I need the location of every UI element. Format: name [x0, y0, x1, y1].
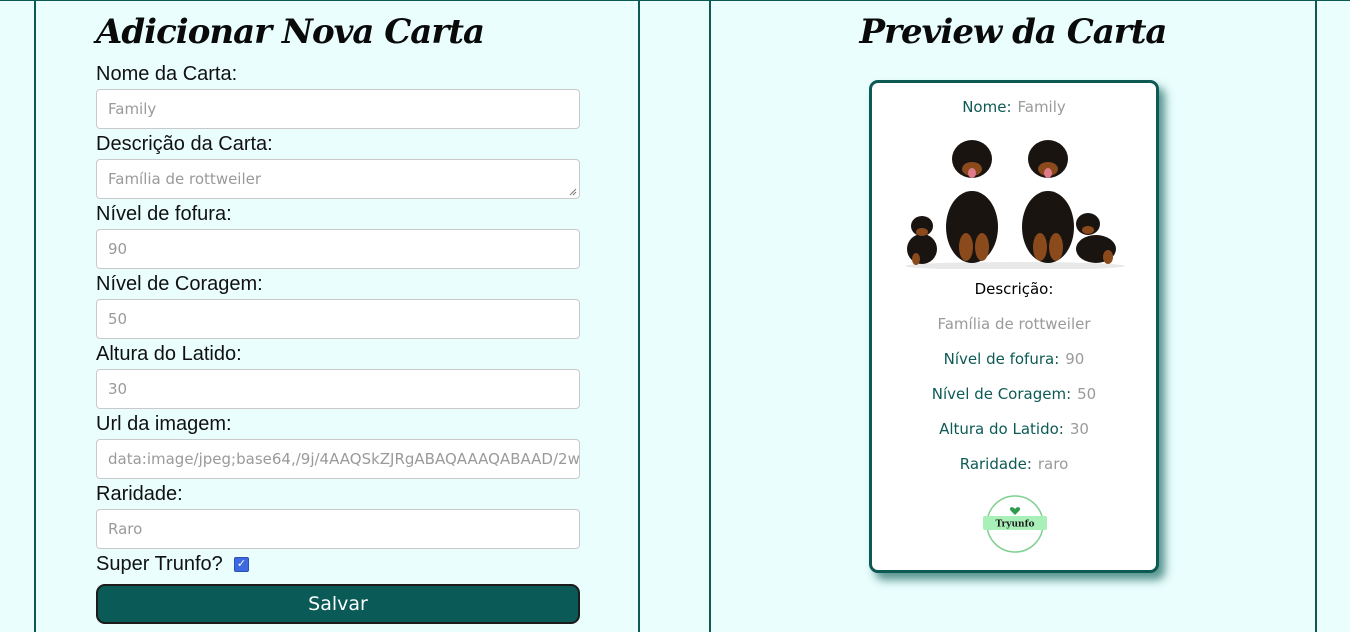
card-rarity-row: Raridade: raro [872, 455, 1156, 473]
bark-height-label: Altura do Latido: [96, 343, 242, 365]
dog-image [905, 140, 1125, 269]
preview-title: Preview da Carta [859, 12, 1168, 52]
card-attr2-row: Nível de Coragem: 50 [872, 385, 1156, 403]
form-title: Adicionar Nova Carta [96, 12, 485, 52]
cuteness-label: Nível de fofura: [96, 203, 232, 225]
name-label: Nome da Carta: [96, 63, 238, 85]
image-url-input[interactable]: data:image/jpeg;base64,/9j/4AAQSkZJRgABA… [96, 439, 580, 479]
description-label: Descrição da Carta: [96, 133, 273, 155]
card-attr1-value: 90 [1065, 350, 1085, 368]
card-attr2-value: 50 [1077, 385, 1097, 403]
card-attr3-row: Altura do Latido: 30 [872, 420, 1156, 438]
super-trunfo-label: Super Trunfo? [96, 553, 223, 575]
card-preview: Preview da Carta Nome: Family Descrição:… [709, 0, 1317, 632]
card-attr3-key: Altura do Latido: [939, 420, 1064, 438]
logo-text: Tryunfo [996, 520, 1035, 530]
card-rarity-key: Raridade: [959, 455, 1032, 473]
page: Adicionar Nova Carta Nome da Carta: Fami… [0, 0, 1350, 632]
card-attr2-key: Nível de Coragem: [931, 385, 1072, 403]
card-attr3-value: 30 [1069, 420, 1089, 438]
name-input[interactable]: Family [96, 89, 580, 129]
card-rarity-value: raro [1037, 455, 1069, 473]
courage-input[interactable]: 50 [96, 299, 580, 339]
description-text: Família de rottweiler [108, 170, 262, 188]
card-attr1-row: Nível de fofura: 90 [872, 350, 1156, 368]
card-description-text: Família de rottweiler [937, 315, 1091, 333]
save-button[interactable]: Salvar [96, 584, 580, 624]
card-description-key: Descrição: [974, 280, 1054, 298]
card-attr1-key: Nível de fofura: [943, 350, 1060, 368]
card-name-value: Family [1017, 98, 1066, 116]
card-form: Adicionar Nova Carta Nome da Carta: Fami… [34, 0, 640, 632]
bark-height-input[interactable]: 30 [96, 369, 580, 409]
tryunfo-logo-icon: Tryunfo [983, 495, 1047, 553]
card-description-value: Família de rottweiler [872, 315, 1156, 333]
cuteness-input[interactable]: 90 [96, 229, 580, 269]
preview-card: Nome: Family Descrição: Família de rottw… [869, 80, 1159, 573]
rarity-label: Raridade: [96, 483, 183, 505]
card-name-row: Nome: Family [872, 98, 1156, 116]
super-trunfo-checkbox[interactable]: ✓ [234, 557, 249, 572]
card-name-key: Nome: [962, 98, 1012, 116]
description-textarea[interactable]: Família de rottweiler [96, 159, 580, 199]
rarity-select[interactable]: Raro [96, 509, 580, 549]
checkmark-icon: ✓ [236, 558, 247, 570]
resize-grip-icon[interactable] [569, 188, 577, 196]
courage-label: Nível de Coragem: [96, 273, 263, 295]
image-url-label: Url da imagem: [96, 413, 232, 435]
